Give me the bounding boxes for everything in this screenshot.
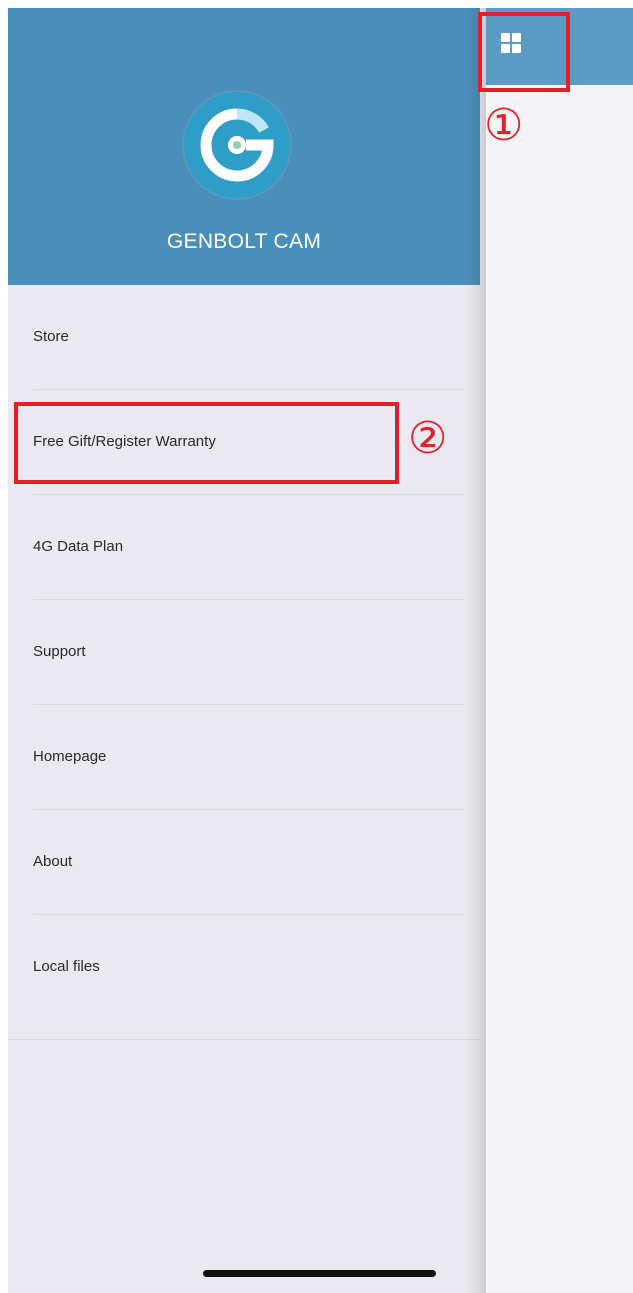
annotation-number-1: ① <box>484 100 524 151</box>
home-indicator[interactable] <box>203 1270 436 1277</box>
menu-item-label: Homepage <box>33 748 107 765</box>
menu-item-label: 4G Data Plan <box>33 538 124 555</box>
menu-item-label: Store <box>33 328 69 345</box>
menu-item-homepage[interactable]: Homepage <box>8 705 480 810</box>
main-content-panel[interactable] <box>486 8 633 1293</box>
menu-item-label: About <box>33 853 73 870</box>
menu-item-4g-data-plan[interactable]: 4G Data Plan <box>8 495 480 600</box>
app-logo-icon <box>184 92 290 198</box>
navigation-drawer: GENBOLT CAM Store Free Gift/Register War… <box>8 8 480 1293</box>
annotation-box-1 <box>478 12 570 92</box>
menu-item-store[interactable]: Store <box>8 285 480 390</box>
menu-item-local-files[interactable]: Local files <box>8 915 480 1020</box>
divider <box>8 1039 480 1040</box>
annotation-box-2 <box>14 402 399 484</box>
menu-item-label: Support <box>33 643 86 660</box>
drawer-menu: Store Free Gift/Register Warranty 4G Dat… <box>8 285 480 1020</box>
menu-item-about[interactable]: About <box>8 810 480 915</box>
annotation-number-2: ② <box>408 413 448 464</box>
app-name: GENBOLT CAM <box>166 230 322 253</box>
drawer-header: GENBOLT CAM <box>8 8 480 285</box>
app-window: GENBOLT CAM Store Free Gift/Register War… <box>8 8 633 1293</box>
menu-item-label: Local files <box>33 958 100 975</box>
drawer-shadow <box>466 8 486 1293</box>
menu-item-support[interactable]: Support <box>8 600 480 705</box>
